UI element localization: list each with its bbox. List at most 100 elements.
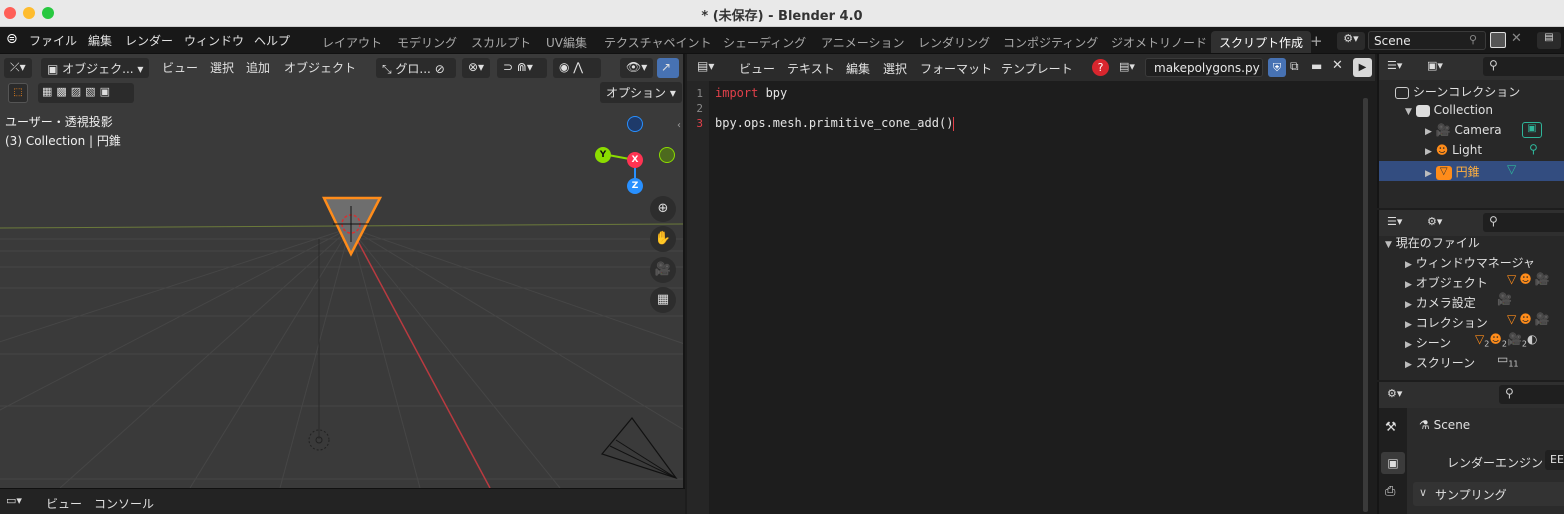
duplicate-text-icon[interactable]: ⧉	[1290, 59, 1299, 74]
expand-triangle-icon[interactable]: ▼	[1385, 240, 1392, 250]
outliner-item-cone[interactable]: ▶ ▽ 円錐	[1425, 163, 1480, 180]
zoom-icon[interactable]: ⊕	[650, 196, 676, 222]
visibility-icon[interactable]: 👁▾	[620, 58, 654, 78]
text-editor-type-icon[interactable]: ▤▾	[697, 59, 714, 73]
data-editor-type-icon[interactable]: ☰▾	[1387, 215, 1402, 228]
viewport-menu-object[interactable]: オブジェクト	[284, 59, 356, 79]
text-scrollbar[interactable]	[1363, 98, 1368, 512]
outliner[interactable]: ☰▾ ▣▾ ⚲ シーンコレクション ▼ Collection ▶ 🎥 Camer…	[1377, 54, 1564, 208]
tab-compositing[interactable]: コンポジティング	[1003, 34, 1098, 51]
tab-rendering[interactable]: レンダリング	[918, 34, 990, 51]
transform-orientation-dropdown[interactable]: ⤡ グロ... ⊘	[376, 58, 456, 78]
run-script-icon[interactable]: ▶	[1353, 58, 1372, 77]
data-item-window-manager[interactable]: ▶ ウィンドウマネージャ	[1405, 254, 1535, 271]
pivot-point-icon[interactable]: ⊗▾	[462, 58, 491, 78]
help-warning-icon[interactable]: ?	[1092, 59, 1109, 76]
text-filename-field[interactable]: makepolygons.py	[1145, 58, 1263, 77]
scene-selector-icon[interactable]: ⚙▾	[1337, 32, 1365, 50]
snap-icon[interactable]: ⊃ ⋒▾	[497, 58, 547, 78]
expand-triangle-icon[interactable]: ▶	[1405, 320, 1412, 330]
add-workspace-button[interactable]: +	[1310, 32, 1323, 50]
3d-viewport[interactable]: ⤫▾ ▣ オブジェク... ▾ ビュー 選択 追加 オブジェクト ⤡ グロ...…	[0, 54, 685, 488]
light-data-icon[interactable]: ⚲	[1529, 142, 1538, 156]
tab-geometry-nodes[interactable]: ジオメトリノード	[1111, 34, 1207, 51]
expand-triangle-icon[interactable]: ▶	[1405, 260, 1412, 270]
tab-uv-editing[interactable]: UV編集	[546, 34, 587, 51]
properties-editor-type-icon[interactable]: ⚙▾	[1387, 387, 1402, 400]
data-item-objects[interactable]: ▶ オブジェクト	[1405, 274, 1488, 291]
text-menu-text[interactable]: テキスト	[787, 60, 835, 77]
menu-window[interactable]: ウィンドウ	[184, 32, 244, 49]
camera-data-icon[interactable]: ▣	[1522, 122, 1542, 138]
console-menu-view[interactable]: ビュー	[46, 495, 82, 512]
tab-scripting[interactable]: スクリプト作成	[1211, 31, 1312, 53]
outliner-item-light[interactable]: ▶ ☻ Light	[1425, 143, 1482, 157]
code-line[interactable]: import bpy	[715, 86, 787, 100]
sidebar-toggle-icon[interactable]: ‹	[677, 120, 681, 131]
tab-shading[interactable]: シェーディング	[723, 34, 806, 51]
tab-modeling[interactable]: モデリング	[397, 34, 457, 51]
navigation-gizmo[interactable]: Y X Z	[594, 116, 675, 196]
expand-triangle-icon[interactable]: ▶	[1405, 340, 1412, 350]
text-datablock-icon[interactable]: ▤▾	[1119, 60, 1135, 73]
outliner-collection[interactable]: ▼ Collection	[1405, 103, 1493, 117]
text-menu-edit[interactable]: 編集	[846, 60, 870, 77]
expand-triangle-icon[interactable]: ▶	[1405, 280, 1412, 290]
scene-name-field[interactable]: Scene ⚲	[1368, 31, 1486, 50]
console-menu-console[interactable]: コンソール	[94, 495, 154, 512]
expand-triangle-icon[interactable]: ▶	[1405, 360, 1412, 370]
data-search-input[interactable]: ⚲	[1483, 213, 1564, 232]
current-file-root[interactable]: ▼ 現在のファイル	[1385, 234, 1480, 251]
gizmo-neg-z[interactable]	[627, 116, 643, 132]
pan-hand-icon[interactable]: ✋	[650, 226, 676, 252]
tab-sculpt[interactable]: スカルプト	[471, 34, 531, 51]
blender-logo-icon[interactable]: ⊜	[6, 31, 18, 47]
menu-help[interactable]: ヘルプ	[254, 32, 290, 49]
outliner-editor-type-icon[interactable]: ☰▾	[1387, 59, 1402, 72]
render-engine-dropdown[interactable]: EE	[1545, 450, 1564, 470]
outliner-scene-collection[interactable]: シーンコレクション	[1395, 83, 1520, 100]
data-item-scenes[interactable]: ▶ シーン	[1405, 334, 1451, 351]
editor-type-dropdown[interactable]: ⤫▾	[4, 58, 32, 78]
expand-triangle-icon[interactable]: ▶	[1425, 169, 1432, 179]
viewport-menu-add[interactable]: 追加	[246, 59, 270, 79]
expand-triangle-icon[interactable]: ▶	[1405, 300, 1412, 310]
outliner-search-input[interactable]: ⚲	[1483, 57, 1564, 76]
text-menu-select[interactable]: 選択	[883, 60, 907, 77]
viewport-menu-select[interactable]: 選択	[210, 59, 234, 79]
perspective-grid-icon[interactable]: ▦	[650, 287, 676, 313]
tab-animation[interactable]: アニメーション	[821, 34, 905, 51]
expand-triangle-icon[interactable]: ▶	[1425, 147, 1432, 157]
menu-file[interactable]: ファイル	[29, 32, 77, 49]
open-folder-icon[interactable]: ▬	[1311, 59, 1322, 73]
menu-edit[interactable]: 編集	[88, 32, 112, 49]
tool-tab-icon[interactable]: ⚒	[1385, 420, 1397, 435]
options-dropdown[interactable]: オプション ▾	[600, 82, 682, 103]
display-mode-icon[interactable]: ▣▾	[1427, 59, 1443, 72]
outliner-item-camera[interactable]: ▶ 🎥 Camera	[1425, 123, 1502, 137]
data-display-mode-icon[interactable]: ⚙▾	[1427, 215, 1442, 228]
gizmo-neg-y[interactable]	[659, 147, 675, 163]
new-scene-icon[interactable]	[1490, 32, 1506, 48]
data-item-screens[interactable]: ▶ スクリーン	[1405, 354, 1475, 371]
tab-layout[interactable]: レイアウト	[322, 34, 382, 51]
properties-search-input[interactable]: ⚲	[1499, 385, 1564, 404]
gizmo-y-axis[interactable]: Y	[595, 147, 611, 163]
tab-texture-paint[interactable]: テクスチャペイント	[604, 34, 712, 51]
gizmo-toggle-icon[interactable]: ↗	[657, 58, 679, 78]
mode-dropdown[interactable]: ▣ オブジェク... ▾	[41, 58, 149, 78]
properties-editor[interactable]: ⚙▾ ⚲ ⚒ ▣ ⎙ ⚗ Scene レンダーエンジン EE ∨ サンプリング	[1377, 382, 1564, 514]
gizmo-x-axis[interactable]: X	[627, 152, 643, 168]
pin-icon[interactable]: ⚲	[1469, 33, 1477, 46]
view-layer-icon[interactable]: ▤	[1537, 32, 1561, 49]
code-line-current[interactable]: bpy.ops.mesh.primitive_cone_add()	[715, 116, 955, 131]
render-tab-icon[interactable]: ▣	[1381, 452, 1405, 474]
mesh-data-icon[interactable]: ▽	[1507, 162, 1516, 176]
menu-render[interactable]: レンダー	[125, 32, 173, 49]
blend-file-panel[interactable]: ☰▾ ⚙▾ ⚲ ▼ 現在のファイル ▶ ウィンドウマネージャ ▶ オブジェクト …	[1377, 210, 1564, 380]
console-editor-type-icon[interactable]: ▭▾	[6, 494, 22, 507]
sampling-panel-header[interactable]: ∨ サンプリング	[1413, 482, 1564, 506]
code-area[interactable]: import bpy bpy.ops.mesh.primitive_cone_a…	[687, 81, 1375, 514]
output-tab-icon[interactable]: ⎙	[1385, 484, 1395, 499]
selection-mode-icons[interactable]: ▦▩▨▧▣	[38, 83, 134, 103]
